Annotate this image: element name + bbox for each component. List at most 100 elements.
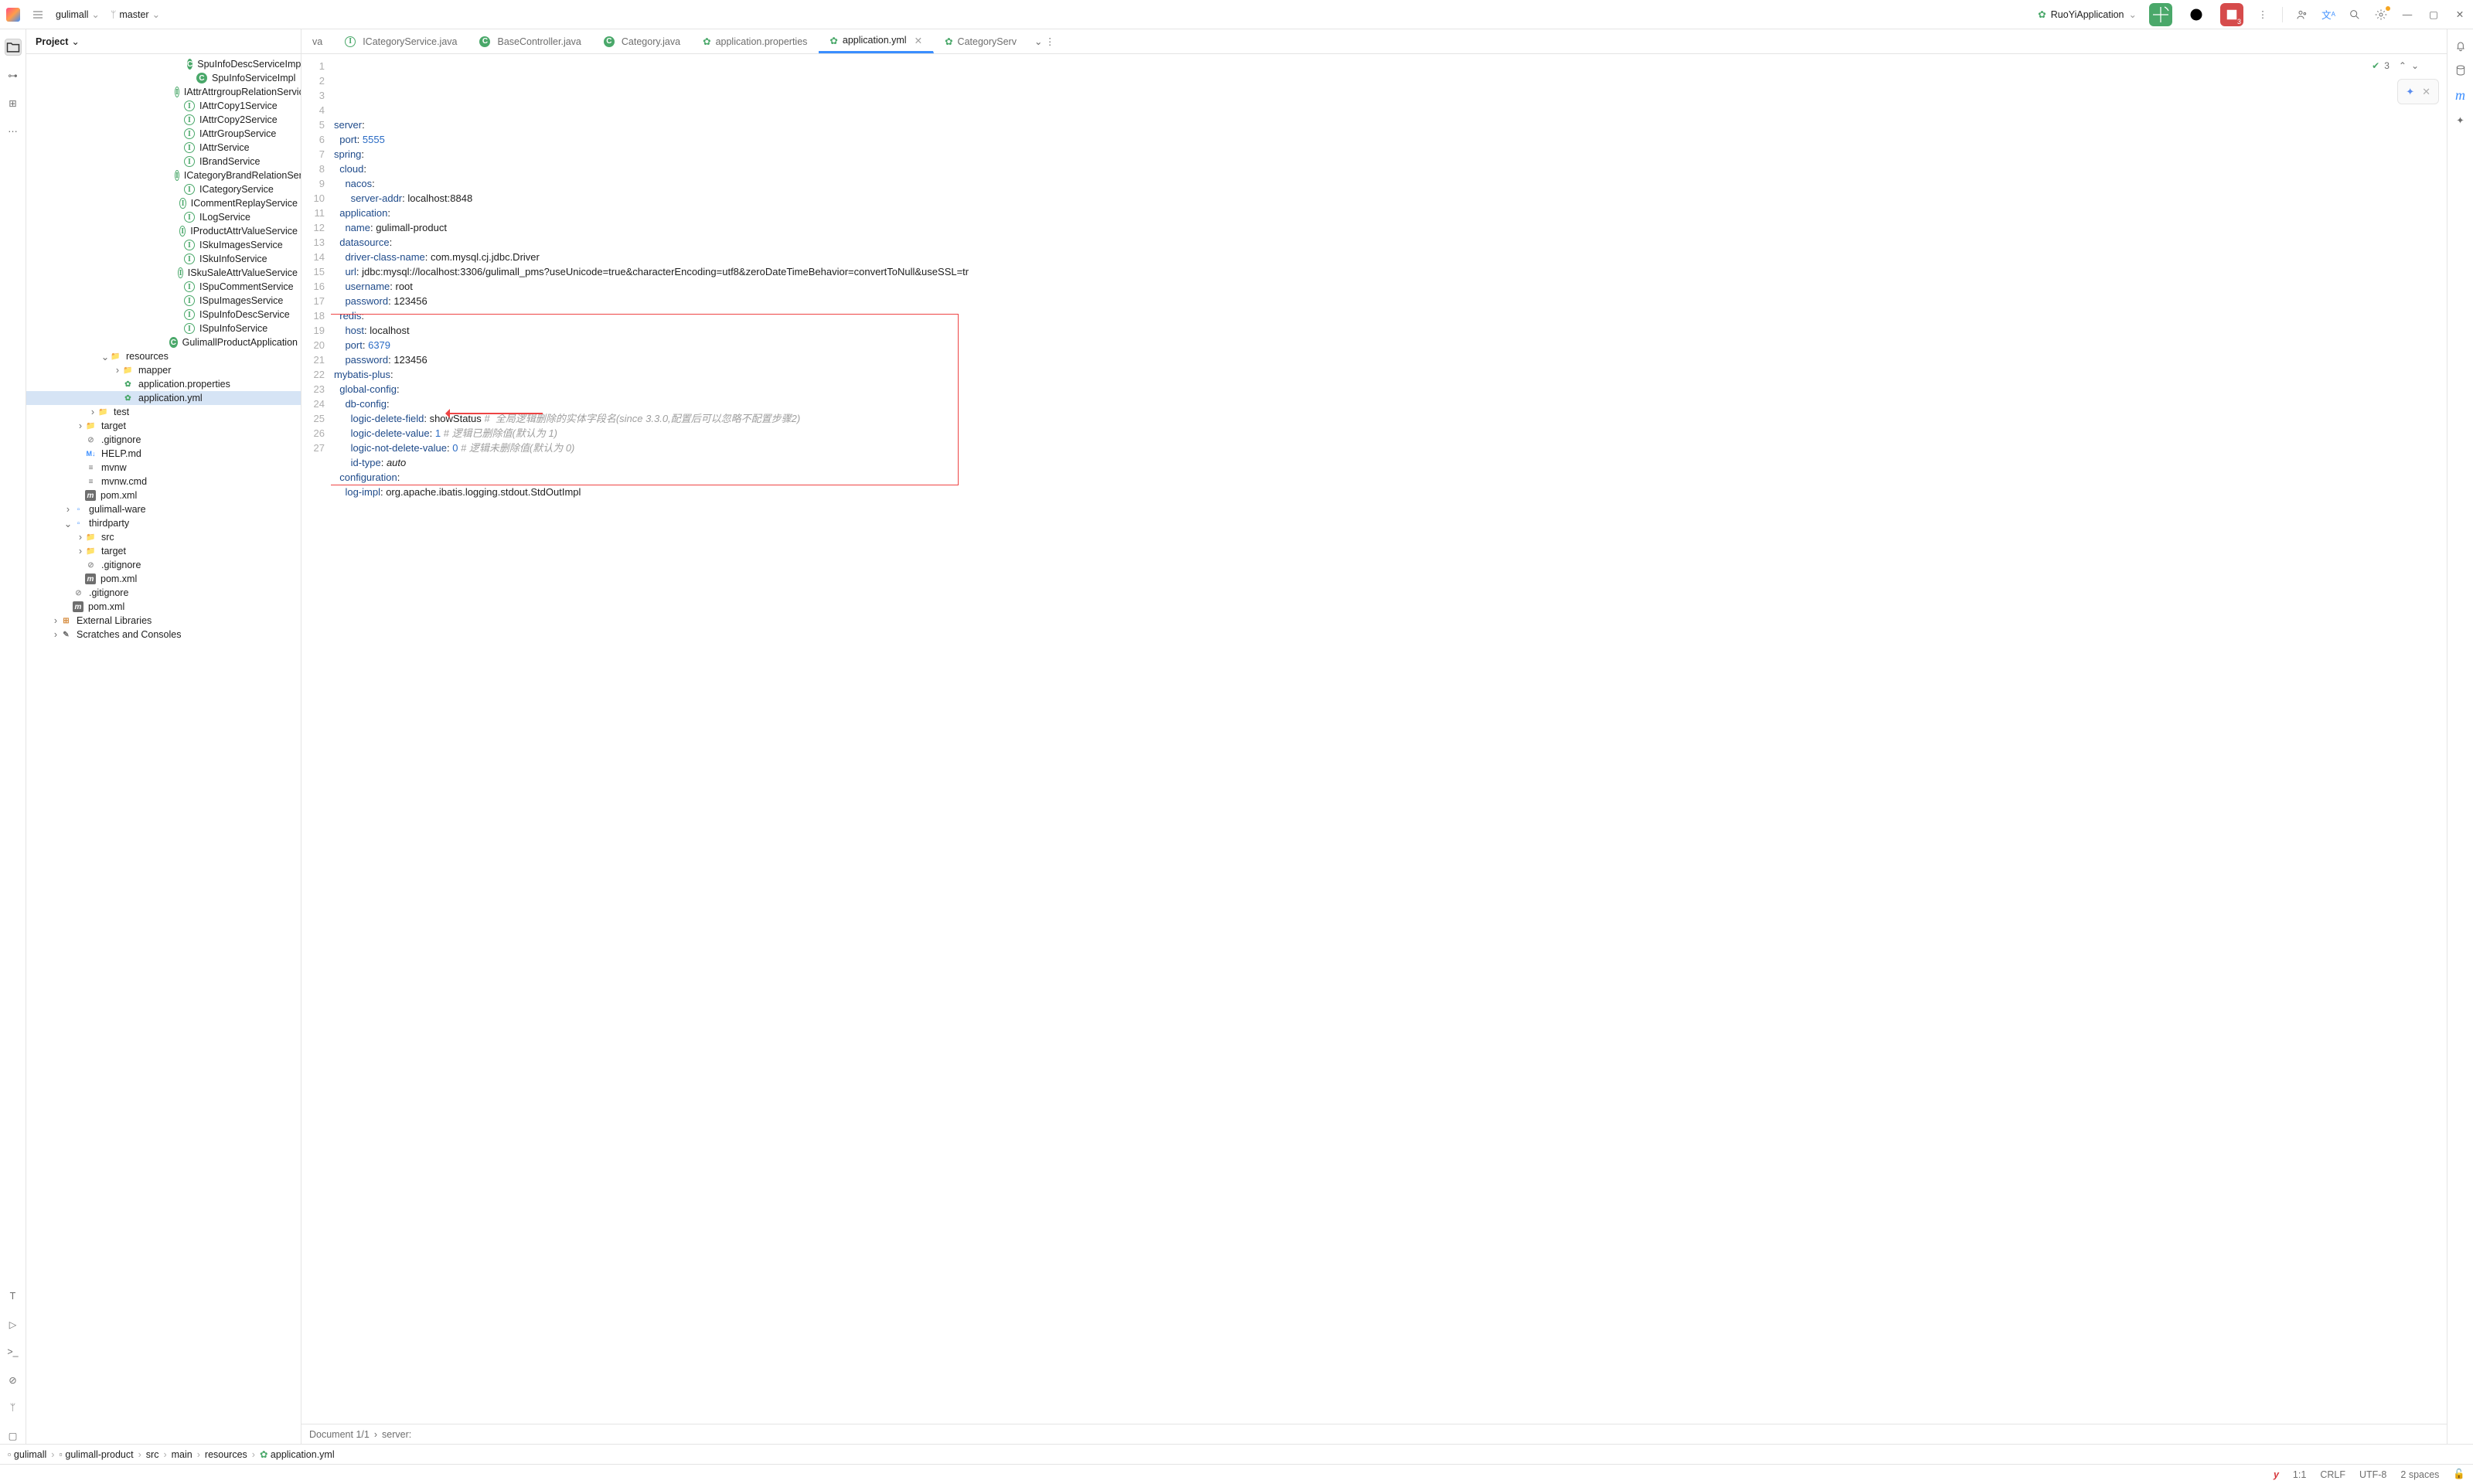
caret-position[interactable]: 1:1 (2293, 1469, 2306, 1480)
breadcrumb-item[interactable]: ▫ gulimall-product (59, 1449, 133, 1460)
tree-node[interactable]: IISpuImagesService (26, 294, 301, 308)
bookmark-tool-icon[interactable]: T (5, 1288, 22, 1305)
tree-node[interactable]: ›📁target (26, 544, 301, 558)
project-tree[interactable]: CSpuInfoDescServiceImplCSpuInfoServiceIm… (26, 54, 301, 1444)
code-content[interactable]: server: port: 5555spring: cloud: nacos: … (331, 54, 2447, 1424)
database-icon[interactable] (2454, 63, 2468, 77)
editor-tab[interactable]: ✿application.properties (692, 29, 819, 53)
minimize-icon[interactable]: — (2400, 8, 2414, 22)
tree-node[interactable]: mpom.xml (26, 600, 301, 614)
tree-node[interactable]: IILogService (26, 210, 301, 224)
main-menu-icon[interactable] (31, 8, 45, 22)
debug-button[interactable] (2185, 3, 2208, 26)
breadcrumb-item[interactable]: main (172, 1449, 192, 1460)
tree-node[interactable]: CSpuInfoDescServiceImpl (26, 57, 301, 71)
tree-node[interactable]: ✿application.properties (26, 377, 301, 391)
tree-node[interactable]: IICommentReplayService (26, 196, 301, 210)
tree-node[interactable]: IISkuSaleAttrValueService (26, 266, 301, 280)
tree-node[interactable]: IIBrandService (26, 155, 301, 168)
tree-node[interactable]: IICategoryService (26, 182, 301, 196)
tabs-more[interactable]: ⌄ ⋮ (1028, 29, 1061, 53)
run-button[interactable] (2149, 3, 2172, 26)
tree-node[interactable]: ›📁target (26, 419, 301, 433)
notifications-icon[interactable] (2454, 39, 2468, 53)
tree-node[interactable]: IIAttrAttrgroupRelationService (26, 85, 301, 99)
tree-node[interactable]: ⊘.gitignore (26, 586, 301, 600)
problems-tool-icon[interactable]: ⊘ (5, 1371, 22, 1388)
editor-tab[interactable]: ✿CategoryServ (934, 29, 1028, 53)
line-separator[interactable]: CRLF (2320, 1469, 2345, 1480)
breadcrumb-item[interactable]: resources (205, 1449, 247, 1460)
editor-tab[interactable]: IICategoryService.java (334, 29, 468, 53)
maven-icon[interactable]: m (2454, 88, 2468, 102)
stop-button[interactable]: 3 (2220, 3, 2243, 26)
indent-setting[interactable]: 2 spaces (2400, 1469, 2439, 1480)
editor-tab[interactable]: ✿application.yml✕ (819, 29, 934, 53)
breadcrumb-item[interactable]: ▫ gulimall (8, 1449, 46, 1460)
tree-node[interactable]: ⊘.gitignore (26, 558, 301, 572)
translate-icon[interactable]: 文A (2321, 8, 2335, 22)
more-icon[interactable]: ⋮ (2256, 8, 2270, 22)
node-label: ISkuImagesService (199, 240, 283, 250)
tree-node[interactable]: CSpuInfoServiceImpl (26, 71, 301, 85)
tree-node[interactable]: mpom.xml (26, 488, 301, 502)
tree-node[interactable]: IICategoryBrandRelationService (26, 168, 301, 182)
tree-node[interactable]: ›✎Scratches and Consoles (26, 628, 301, 642)
tree-node[interactable]: ≡mvnw (26, 461, 301, 475)
project-tool-icon[interactable] (5, 39, 22, 56)
tree-node[interactable]: CGulimallProductApplication (26, 335, 301, 349)
terminal-tool-icon[interactable]: >_ (5, 1343, 22, 1360)
editor-tab[interactable]: CBaseController.java (468, 29, 592, 53)
editor[interactable]: ✔ 3 ⌃ ⌄ ✦ ✕ 1234567891011121314151617181… (301, 54, 2447, 1424)
node-label: target (101, 420, 126, 431)
structure-tool-icon[interactable]: ⊞ (5, 94, 22, 111)
tree-node[interactable]: IIAttrCopy2Service (26, 113, 301, 127)
tree-node[interactable]: ›⊞External Libraries (26, 614, 301, 628)
maximize-icon[interactable]: ▢ (2427, 8, 2441, 22)
commit-tool-icon[interactable]: ⊶ (5, 66, 22, 83)
settings-icon[interactable] (2374, 8, 2388, 22)
close-icon[interactable]: ✕ (915, 35, 922, 46)
search-icon[interactable] (2348, 8, 2362, 22)
code-with-me-icon[interactable] (2295, 8, 2309, 22)
tree-node[interactable]: ›▫gulimall-ware (26, 502, 301, 516)
node-label: ICategoryService (199, 184, 274, 195)
tree-node[interactable]: IIAttrCopy1Service (26, 99, 301, 113)
editor-tab[interactable]: va (301, 29, 334, 53)
tree-node[interactable]: IIAttrGroupService (26, 127, 301, 141)
tree-node[interactable]: IISpuCommentService (26, 280, 301, 294)
readonly-icon[interactable]: 🔓 (2453, 1469, 2465, 1480)
breadcrumb-item[interactable]: src (146, 1449, 159, 1460)
ai-rail-icon[interactable]: ✦ (2454, 113, 2468, 127)
build-tool-icon[interactable]: ▷ (5, 1316, 22, 1333)
git-branch-dropdown[interactable]: ᛘmaster⌄ (111, 9, 160, 20)
breadcrumb-item[interactable]: ✿ application.yml (260, 1448, 335, 1460)
tree-node[interactable]: M↓HELP.md (26, 447, 301, 461)
tree-node[interactable]: ⌄📁resources (26, 349, 301, 363)
chevron-down-icon[interactable]: ⌄ (71, 36, 79, 47)
corner-icon[interactable]: ▢ (5, 1427, 22, 1444)
project-dropdown[interactable]: gulimall⌄ (56, 9, 100, 20)
status-lang-icon[interactable]: y (2274, 1469, 2279, 1480)
tree-node[interactable]: ✿application.yml (26, 391, 301, 405)
tree-node[interactable]: ⌄▫thirdparty (26, 516, 301, 530)
tree-node[interactable]: IISkuInfoService (26, 252, 301, 266)
tree-node[interactable]: IISkuImagesService (26, 238, 301, 252)
tree-node[interactable]: mpom.xml (26, 572, 301, 586)
tree-node[interactable]: ⊘.gitignore (26, 433, 301, 447)
vcs-tool-icon[interactable]: ᛘ (5, 1399, 22, 1416)
close-icon[interactable]: ✕ (2453, 8, 2467, 22)
tree-node[interactable]: ›📁test (26, 405, 301, 419)
tree-node[interactable]: ›📁mapper (26, 363, 301, 377)
tree-node[interactable]: IISpuInfoService (26, 322, 301, 335)
tree-node[interactable]: ›📁src (26, 530, 301, 544)
run-config-dropdown[interactable]: ✿RuoYiApplication⌄ (2038, 9, 2137, 20)
right-tool-rail: m ✦ (2447, 29, 2473, 1444)
editor-tab[interactable]: CCategory.java (593, 29, 692, 53)
tree-node[interactable]: IIProductAttrValueService (26, 224, 301, 238)
file-encoding[interactable]: UTF-8 (2359, 1469, 2386, 1480)
tree-node[interactable]: IIAttrService (26, 141, 301, 155)
tree-node[interactable]: IISpuInfoDescService (26, 308, 301, 322)
tree-node[interactable]: ≡mvnw.cmd (26, 475, 301, 488)
more-tool-icon[interactable]: ⋯ (5, 122, 22, 139)
